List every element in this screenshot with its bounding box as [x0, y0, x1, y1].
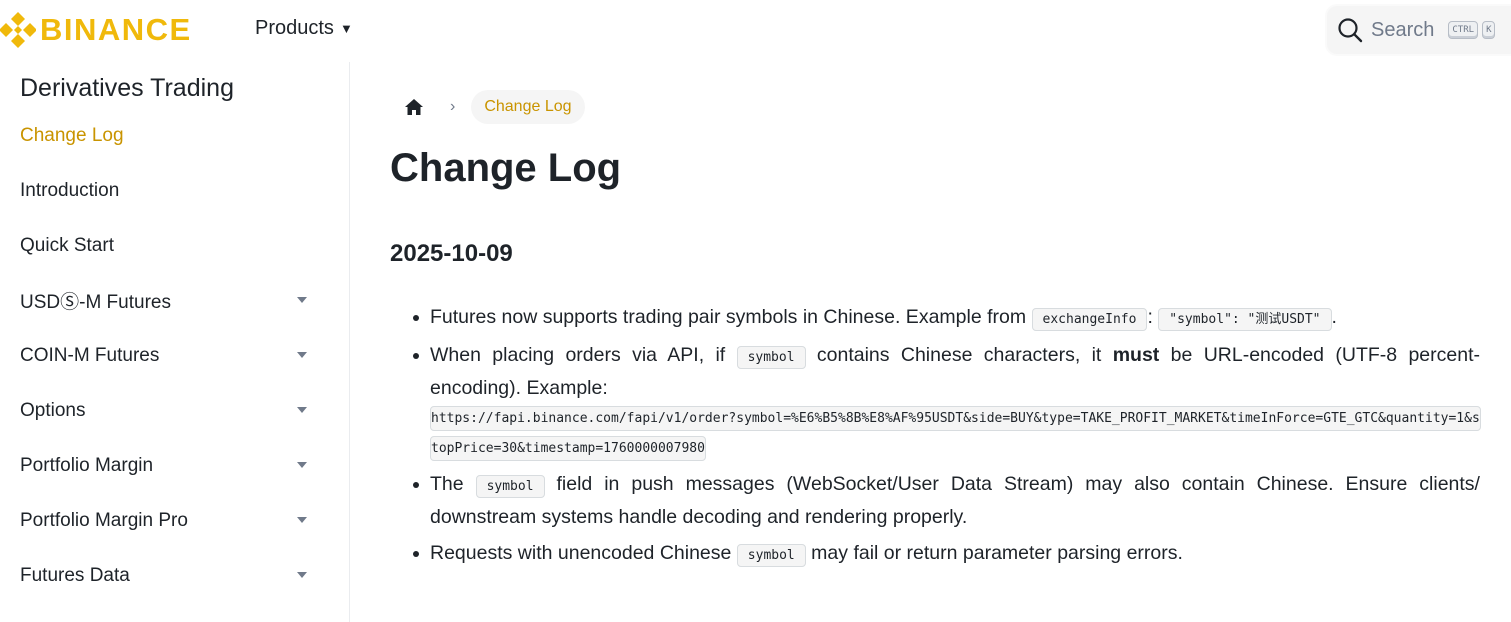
products-label: Products	[255, 17, 334, 39]
caret-down-icon[interactable]	[297, 351, 307, 358]
products-menu[interactable]: Products ▼	[255, 17, 353, 40]
search-icon	[1338, 18, 1363, 43]
sidebar-nav: Change Log Introduction Quick Start USDⓈ…	[0, 108, 350, 603]
sidebar-item-quick-start[interactable]: Quick Start	[0, 218, 350, 273]
brand-name: BINANCE	[40, 12, 192, 47]
inline-code: symbol	[736, 544, 806, 567]
binance-logo-icon	[0, 12, 36, 48]
bullet-text: :	[1147, 306, 1159, 328]
sidebar-item-portfolio-margin[interactable]: Portfolio Margin	[0, 438, 350, 493]
caret-down-icon: ▼	[339, 21, 353, 36]
sidebar: Derivatives Trading Change Log Introduct…	[0, 62, 350, 622]
bullet-text: contains Chinese characters, it	[805, 344, 1113, 366]
list-item: The symbol field in push messages (WebSo…	[390, 469, 1480, 533]
sidebar-item-label: Futures Data	[20, 564, 130, 586]
caret-down-icon[interactable]	[297, 461, 307, 468]
sidebar-item-futures-data[interactable]: Futures Data	[0, 548, 350, 603]
sidebar-item-label: Options	[20, 399, 86, 421]
sidebar-item-portfolio-margin-pro[interactable]: Portfolio Margin Pro	[0, 493, 350, 548]
home-icon[interactable]	[404, 97, 424, 117]
sidebar-item-coin-m-futures[interactable]: COIN-M Futures	[0, 328, 350, 383]
page-title: Change Log	[390, 146, 622, 190]
bullet-text: The	[430, 473, 476, 495]
sidebar-item-label: Change Log	[20, 124, 124, 146]
inline-code: symbol	[475, 475, 545, 498]
sidebar-item-introduction[interactable]: Introduction	[0, 163, 350, 218]
sidebar-item-usds-m-futures[interactable]: USDⓈ-M Futures	[0, 273, 350, 328]
search-label: Search	[1371, 18, 1435, 41]
caret-down-icon[interactable]	[297, 571, 307, 578]
sidebar-item-label: Introduction	[20, 179, 120, 201]
sidebar-item-label: COIN-M Futures	[20, 344, 160, 366]
url-code-text: https://fapi.binance.com/fapi/v1/order?s…	[430, 406, 1481, 461]
bullet-text: Futures now supports trading pair symbol…	[430, 306, 1032, 328]
bullet-text: .	[1331, 306, 1337, 328]
inline-code: exchangeInfo	[1031, 308, 1148, 331]
sidebar-title: Derivatives Trading	[20, 74, 234, 102]
top-navbar: BINANCE Products ▼ Search CTRL K	[0, 0, 1511, 62]
bullet-text: When placing orders via API, if	[430, 344, 737, 366]
caret-down-icon[interactable]	[297, 296, 307, 303]
list-item: Requests with unencoded Chinese symbol m…	[390, 538, 1480, 571]
emphasis-text: must	[1112, 344, 1160, 366]
sidebar-item-label: USDⓈ-M Futures	[20, 292, 171, 313]
caret-down-icon[interactable]	[297, 406, 307, 413]
sidebar-item-label: Quick Start	[20, 234, 114, 256]
search-button[interactable]: Search CTRL K	[1327, 6, 1511, 54]
bullet-text: Requests with unencoded Chinese	[430, 542, 737, 564]
url-code-example: https://fapi.binance.com/fapi/v1/order?s…	[430, 404, 1481, 464]
inline-code: symbol	[736, 346, 806, 369]
list-item: Futures now supports trading pair symbol…	[390, 302, 1480, 335]
section-date-heading: 2025-10-09	[390, 240, 513, 267]
sidebar-item-label: Portfolio Margin Pro	[20, 509, 188, 531]
ctrl-key-hint: CTRL	[1448, 21, 1479, 39]
sidebar-item-options[interactable]: Options	[0, 383, 350, 438]
breadcrumb: › Change Log	[404, 88, 585, 126]
binance-logo[interactable]: BINANCE	[0, 10, 192, 50]
chevron-right-icon: ›	[450, 98, 456, 115]
sidebar-item-change-log[interactable]: Change Log	[0, 108, 350, 163]
bullet-text: may fail or return parameter parsing err…	[805, 542, 1183, 564]
breadcrumb-current: Change Log	[471, 90, 585, 124]
caret-down-icon[interactable]	[297, 516, 307, 523]
changelog-list: Futures now supports trading pair symbol…	[390, 302, 1481, 576]
sidebar-item-label: Portfolio Margin	[20, 454, 154, 476]
k-key-hint: K	[1482, 21, 1496, 39]
inline-code: "symbol": "测试USDT"	[1158, 308, 1332, 331]
list-item: When placing orders via API, if symbol c…	[390, 340, 1481, 464]
bullet-text: field in push messages (WebSocket/User D…	[430, 473, 1480, 528]
